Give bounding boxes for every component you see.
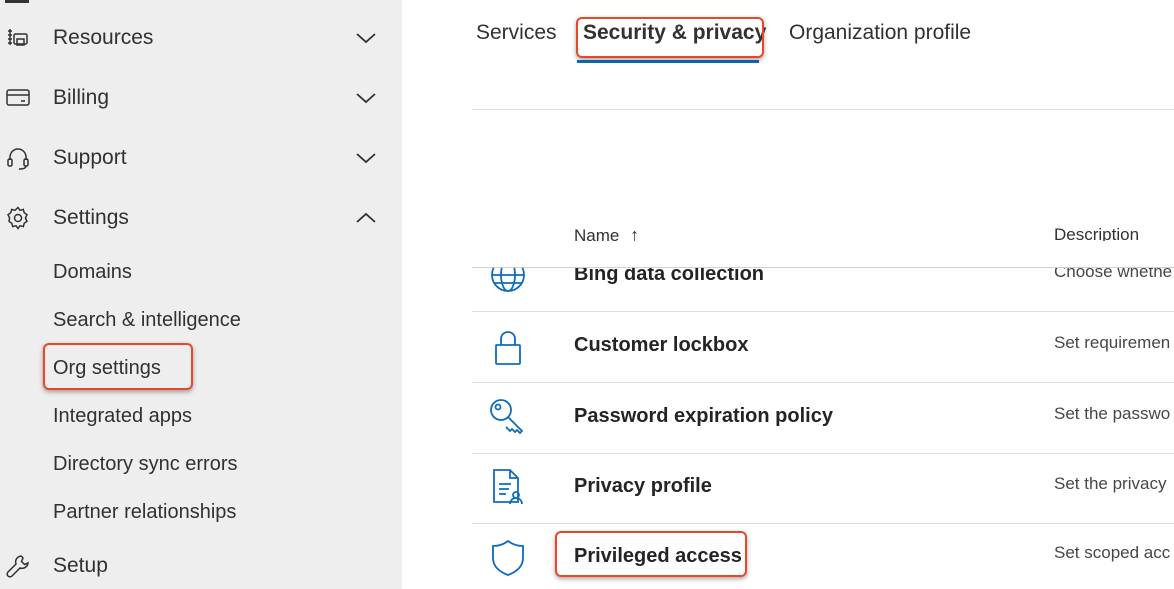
row-description: Set the passwo — [1054, 404, 1171, 423]
chevron-down-icon — [352, 84, 380, 112]
sidebar-subitem-search-intelligence[interactable]: Search & intelligence — [53, 309, 241, 332]
sidebar-item-billing[interactable]: Billing — [0, 68, 402, 128]
sidebar-item-label: Setup — [53, 554, 108, 577]
main-panel: Services Security & privacy Organization… — [402, 0, 1174, 589]
resources-icon — [4, 24, 32, 52]
table-row[interactable]: Customer lockbox Set requiremen — [472, 312, 1174, 383]
sidebar-item-setup[interactable]: Setup — [0, 536, 402, 589]
key-icon — [488, 397, 528, 437]
chevron-down-icon — [352, 144, 380, 172]
tab-security-privacy[interactable]: Security & privacy — [583, 21, 766, 45]
wrench-icon — [4, 552, 32, 580]
sidebar-item-label: Settings — [53, 206, 129, 229]
shield-icon — [488, 538, 528, 578]
sidebar-subitem-integrated-apps[interactable]: Integrated apps — [53, 405, 192, 428]
sidebar-item-support[interactable]: Support — [0, 128, 402, 188]
sidebar-subitem-directory-sync-errors[interactable]: Directory sync errors — [53, 453, 237, 476]
tab-organization-profile[interactable]: Organization profile — [789, 21, 971, 45]
chevron-down-icon — [352, 24, 380, 52]
tabs-divider — [472, 109, 1174, 110]
sidebar-item-label: Resources — [53, 26, 154, 49]
row-name: Privileged access — [574, 545, 742, 567]
sidebar-top-divider — [5, 0, 29, 3]
scroll-mask — [472, 241, 1174, 268]
row-name: Password expiration policy — [574, 405, 833, 427]
sidebar-item-label: Billing — [53, 86, 110, 109]
table-row[interactable]: Privacy profile Set the privacy — [472, 453, 1174, 524]
sidebar-item-settings[interactable]: Settings — [0, 188, 402, 248]
table-row[interactable]: Password expiration policy Set the passw… — [472, 383, 1174, 454]
table-row[interactable]: Privileged access Set scoped acc — [472, 524, 1174, 589]
sidebar-subitem-org-settings[interactable]: Org settings — [53, 357, 161, 380]
chevron-up-icon — [352, 204, 380, 232]
sidebar-subitem-partner-relationships[interactable]: Partner relationships — [53, 501, 236, 524]
row-name: Customer lockbox — [574, 334, 749, 356]
sidebar-item-resources[interactable]: Resources — [0, 8, 402, 68]
sidebar-item-label: Support — [53, 146, 127, 169]
lock-icon — [488, 328, 528, 368]
row-description: Set requiremen — [1054, 333, 1171, 352]
sidebar-subitem-domains[interactable]: Domains — [53, 261, 132, 284]
active-tab-indicator — [577, 60, 759, 63]
sidebar-nav: Resources Billing Support Settings Domai… — [0, 0, 402, 589]
table-header-divider-overlay — [472, 267, 1174, 268]
row-description: Set the privacy — [1054, 474, 1167, 493]
row-name: Privacy profile — [574, 475, 712, 497]
headset-icon — [4, 144, 32, 172]
gear-icon — [4, 204, 32, 232]
document-person-icon — [488, 467, 528, 507]
row-description: Set scoped acc — [1054, 543, 1171, 562]
tab-services[interactable]: Services — [476, 21, 557, 45]
billing-card-icon — [4, 84, 32, 112]
